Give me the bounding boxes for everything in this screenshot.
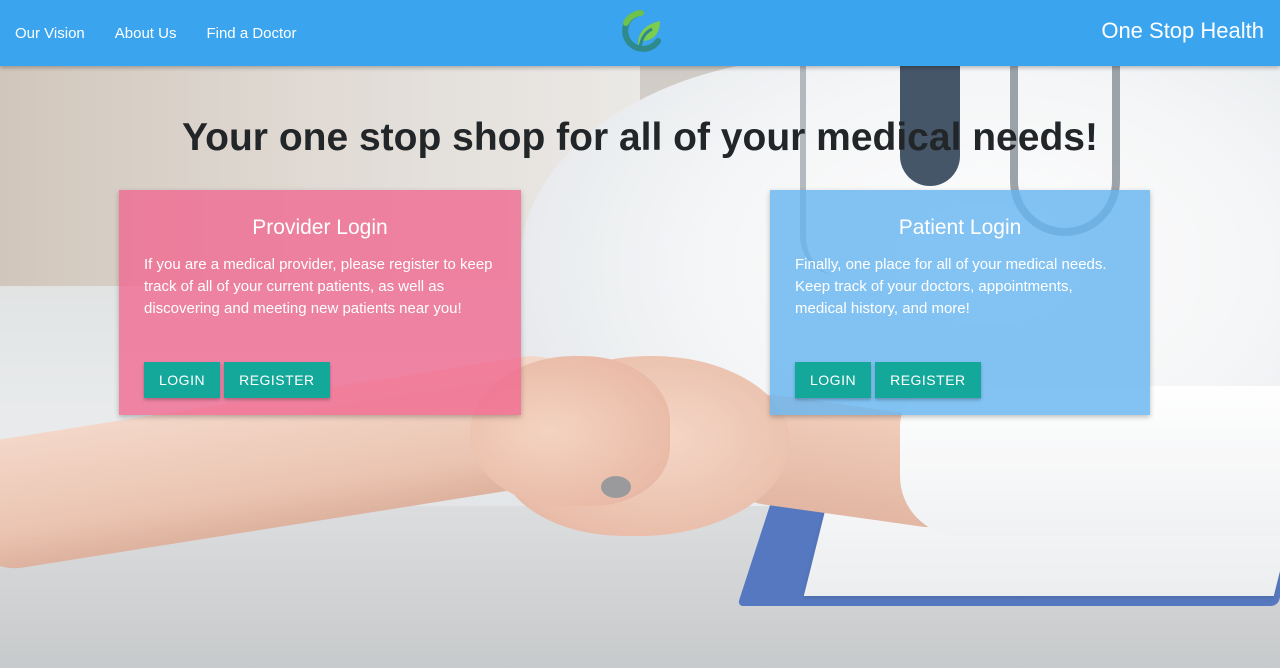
nav-links: Our Vision About Us Find a Doctor [15, 25, 327, 42]
provider-button-row: LOGIN REGISTER [144, 362, 334, 398]
nav-link-our-vision[interactable]: Our Vision [15, 25, 85, 42]
patient-register-button[interactable]: REGISTER [875, 362, 981, 398]
nav-link-find-a-doctor[interactable]: Find a Doctor [206, 25, 296, 42]
provider-register-button[interactable]: REGISTER [224, 362, 330, 398]
leaf-circle-logo-icon[interactable] [614, 7, 668, 57]
brand-title[interactable]: One Stop Health [1101, 18, 1264, 44]
provider-login-button[interactable]: LOGIN [144, 362, 221, 398]
patient-login-card: Patient Login Finally, one place for all… [770, 190, 1150, 415]
patient-login-button[interactable]: LOGIN [795, 362, 872, 398]
top-navbar: Our Vision About Us Find a Doctor One St… [0, 0, 1280, 66]
patient-button-row: LOGIN REGISTER [795, 362, 985, 398]
provider-card-title: Provider Login [252, 216, 388, 239]
patient-card-title: Patient Login [898, 216, 1022, 239]
provider-card-description: If you are a medical provider, please re… [144, 256, 493, 317]
page-headline: Your one stop shop for all of your medic… [182, 116, 1098, 159]
patient-card-description: Finally, one place for all of your medic… [795, 256, 1107, 317]
nav-link-about-us[interactable]: About Us [115, 25, 177, 42]
provider-login-card: Provider Login If you are a medical prov… [119, 190, 521, 415]
